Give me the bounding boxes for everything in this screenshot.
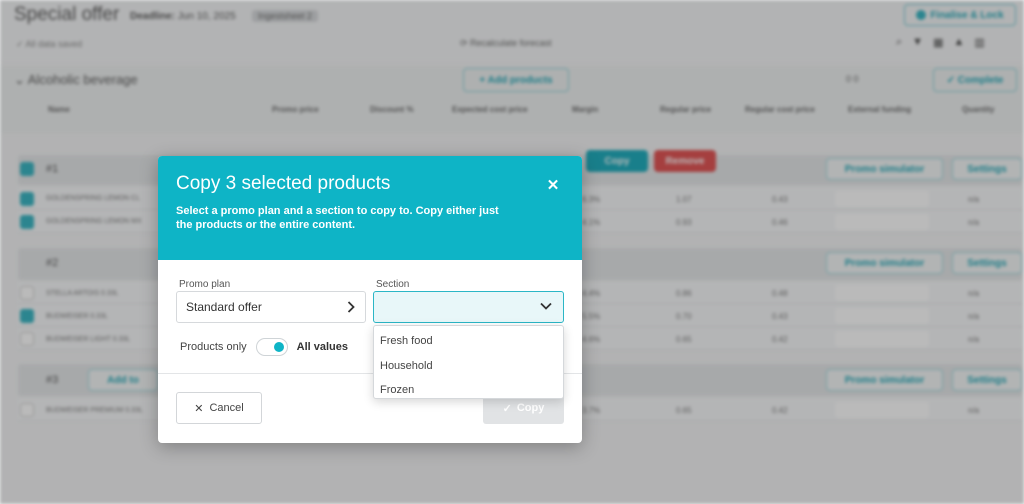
copy-label: Copy bbox=[516, 402, 545, 414]
dialog-header: Copy 3 selected products ✕ Select a prom… bbox=[158, 156, 582, 260]
copy-mode-toggle: Products only All values bbox=[180, 337, 348, 357]
section-option-fresh-food[interactable]: Fresh food bbox=[374, 329, 563, 354]
close-icon[interactable]: ✕ bbox=[544, 176, 562, 194]
toggle-label-products-only[interactable]: Products only bbox=[180, 341, 247, 353]
promo-plan-label: Promo plan bbox=[179, 279, 231, 290]
section-select[interactable] bbox=[373, 291, 564, 323]
promo-plan-value: Standard offer bbox=[186, 300, 262, 314]
cancel-label: Cancel bbox=[209, 402, 244, 414]
close-icon: ✕ bbox=[194, 402, 204, 415]
cancel-button[interactable]: ✕ Cancel bbox=[176, 392, 262, 424]
switch-knob bbox=[273, 342, 284, 352]
dialog-title: Copy 3 selected products bbox=[176, 173, 391, 194]
section-label: Section bbox=[376, 279, 410, 290]
chevron-right-icon bbox=[347, 300, 355, 316]
section-option-frozen[interactable]: Frozen bbox=[374, 378, 563, 403]
toggle-label-all-values[interactable]: All values bbox=[297, 341, 348, 353]
chevron-down-icon bbox=[540, 302, 552, 310]
check-icon: ✓ bbox=[502, 402, 512, 415]
promo-plan-select[interactable]: Standard offer bbox=[176, 291, 366, 323]
section-option-household[interactable]: Household bbox=[374, 354, 563, 379]
dialog-description: Select a promo plan and a section to cop… bbox=[176, 205, 499, 231]
copy-mode-switch[interactable] bbox=[255, 338, 288, 356]
section-dropdown: Fresh food Household Frozen bbox=[373, 325, 564, 399]
